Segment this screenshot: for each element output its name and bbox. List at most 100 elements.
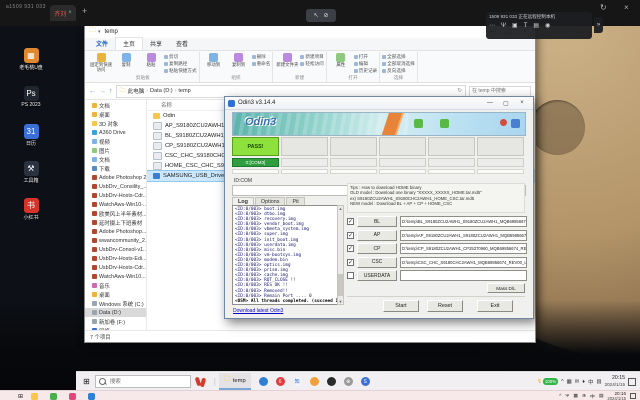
- sidebar-item-文档[interactable]: 文档: [85, 155, 146, 164]
- text-icon[interactable]: T: [524, 23, 528, 30]
- host-restore-icon[interactable]: ↻: [600, 3, 607, 12]
- download-latest-link[interactable]: Download latest Odin3: [233, 308, 283, 314]
- cp-file-field[interactable]: D:\temp\CP_S9180ZCU2AWH1_CP25370960_MQB6…: [400, 243, 527, 254]
- sidebar-item-UsbDrv_Consility_...[interactable]: UsbDrv_Consility_...: [85, 182, 146, 191]
- sidebar-item-Windows 系统 (C:)[interactable]: Windows 系统 (C:): [85, 299, 146, 308]
- odin-titlebar[interactable]: Odin3 v3.14.4 — ▢ ×: [225, 97, 533, 110]
- taskbar-app-edge-browser[interactable]: [88, 393, 95, 400]
- desktop-icon-app-2[interactable]: PsPS 2023: [14, 86, 48, 108]
- taskbar-app-file-explorer[interactable]: [31, 393, 38, 400]
- ribbon-button-移动到[interactable]: 移动到: [202, 52, 226, 68]
- tray-chevron-icon[interactable]: ^: [559, 394, 561, 399]
- breadcrumb-segment[interactable]: 此电脑: [128, 87, 145, 95]
- ribbon-item-反向选择[interactable]: 反向选择: [382, 68, 415, 74]
- taskbar-app-app-red[interactable]: 6: [276, 377, 285, 386]
- forward-button[interactable]: →: [99, 88, 106, 95]
- quick-access-toolbar[interactable]: ▾: [98, 29, 101, 35]
- sidebar-item-文档[interactable]: 文档: [85, 101, 146, 110]
- folder-icon[interactable]: ▤: [533, 23, 539, 30]
- taskbar-app-edge-browser[interactable]: [259, 377, 268, 386]
- ime-indicator[interactable]: 中: [588, 378, 593, 386]
- remote-control-battery-indicator[interactable]: ↯ 100%: [537, 378, 558, 385]
- ribbon-button-属性[interactable]: 属性: [329, 52, 353, 68]
- ribbon-item-全部选择[interactable]: 全部选择: [382, 54, 415, 60]
- new-tab-button[interactable]: +: [82, 7, 87, 16]
- desktop-icon-app-5[interactable]: 书小红书: [14, 198, 48, 221]
- bl-file-field[interactable]: D:\temp\BL_S9180ZCU2AWH1_S9180ZCU2AWH1_M…: [400, 216, 527, 227]
- sidebar-item-UsbDrv-Hosts-Cdr...[interactable]: UsbDrv-Hosts-Cdr...: [85, 191, 146, 200]
- sidebar-item-A360 Drive[interactable]: A360 Drive: [85, 128, 146, 137]
- tray-network-icon[interactable]: ♦: [582, 379, 585, 385]
- desktop-icon-app-4[interactable]: ⚒工具箱: [14, 161, 48, 184]
- tray-mail-icon[interactable]: ✉: [575, 379, 580, 385]
- taskbar-explorer-temp-button[interactable]: 🗀 temp: [219, 373, 251, 390]
- sidebar-item-WatchAws-Win10...[interactable]: WatchAws-Win10...: [85, 272, 146, 281]
- tray-network-icon[interactable]: ⊕: [582, 394, 586, 399]
- ime-indicator[interactable]: 中: [590, 393, 595, 400]
- back-button[interactable]: ←: [89, 88, 96, 95]
- ribbon-item-剪切[interactable]: 剪切: [164, 54, 197, 60]
- breadcrumb-segment[interactable]: temp: [178, 88, 190, 94]
- sidebar-item-新加卷 (F:)[interactable]: 新加卷 (F:): [85, 317, 146, 326]
- mass-dl-button[interactable]: Mass D/L: [487, 283, 525, 293]
- start-button-host[interactable]: ⊞: [18, 393, 23, 400]
- ap-button[interactable]: AP: [357, 230, 397, 241]
- sidebar-item-UsbDrv-Hosts-Edi...[interactable]: UsbDrv-Hosts-Edi...: [85, 254, 146, 263]
- ribbon-tab-查看[interactable]: 查看: [169, 38, 195, 50]
- monitor-icon[interactable]: ▣: [512, 23, 518, 30]
- browser-tab[interactable]: 齐刘 ×: [50, 5, 76, 21]
- checkbox-USERDATA[interactable]: [347, 272, 354, 279]
- ribbon-item-重命名[interactable]: 重命名: [252, 61, 271, 67]
- refresh-icon[interactable]: ↻: [457, 88, 462, 94]
- sidebar-item-Adobe Photoshop...[interactable]: Adobe Photoshop...: [85, 227, 146, 236]
- sidebar-item-Adobe Photoshop 2...[interactable]: Adobe Photoshop 2...: [85, 173, 146, 182]
- sidebar-item-欧美风上半年素材...[interactable]: 欧美风上半年素材...: [85, 209, 146, 218]
- ribbon-button-复制[interactable]: 复制: [114, 52, 138, 68]
- sidebar-item-视频[interactable]: 视频: [85, 137, 146, 146]
- ribbon-tab-共享[interactable]: 共享: [143, 38, 169, 50]
- taskbar-app-app-dark[interactable]: [327, 377, 336, 386]
- ribbon-button-复制到[interactable]: 复制到: [227, 52, 251, 68]
- cp-button[interactable]: CP: [357, 243, 397, 254]
- record-icon[interactable]: ◉: [545, 23, 550, 30]
- ribbon-item-轻松访问[interactable]: 轻松访问: [300, 61, 323, 67]
- sidebar-item-3D 对象[interactable]: 3D 对象: [85, 119, 146, 128]
- taskbar-app-app-gray[interactable]: ⊗: [344, 377, 353, 386]
- ribbon-item-删除[interactable]: 删除: [252, 54, 271, 60]
- log-scrollbar[interactable]: ▲▼: [337, 205, 344, 305]
- sidebar-item-下载[interactable]: 下载: [85, 164, 146, 173]
- quick-action-pill[interactable]: ↖ ⊘: [306, 9, 336, 22]
- checkbox-CP[interactable]: ✓: [347, 245, 354, 252]
- ribbon-item-编辑[interactable]: 编辑: [354, 61, 377, 67]
- taskbar-app-app-zhihu[interactable]: 知: [293, 377, 302, 386]
- ribbon-button-粘贴[interactable]: 粘贴: [139, 52, 163, 68]
- sidebar-item-桌面[interactable]: 桌面: [85, 290, 146, 299]
- tray-mic-icon[interactable]: Ψ: [565, 394, 569, 399]
- search-input[interactable]: [469, 86, 531, 97]
- breadcrumb-segment[interactable]: Data (D:): [150, 88, 173, 94]
- checkbox-AP[interactable]: ✓: [347, 232, 354, 239]
- sidebar-item-音乐[interactable]: 音乐: [85, 281, 146, 290]
- ribbon-tab-主页[interactable]: 主页: [115, 37, 143, 50]
- widgets-weather-icon[interactable]: [194, 376, 208, 388]
- ribbon-item-新建项目[interactable]: 新建项目: [300, 54, 323, 60]
- desktop-icon-app-3[interactable]: 31日历: [14, 124, 48, 147]
- taskbar-search-input[interactable]: [108, 378, 182, 386]
- chat-icon[interactable]: ⋯: [489, 23, 495, 30]
- ribbon-button-固定到快速访问[interactable]: 固定到快速访问: [89, 52, 113, 73]
- odin-close-button[interactable]: ×: [514, 100, 530, 106]
- host-clock[interactable]: 20:16 2024/1/15: [607, 391, 626, 400]
- ribbon-item-全部取消选择[interactable]: 全部取消选择: [382, 61, 415, 67]
- bl-button[interactable]: BL: [357, 216, 397, 227]
- sidebar-item-UsbDrv-Hosts-Cdr...[interactable]: UsbDrv-Hosts-Cdr...: [85, 263, 146, 272]
- sidebar-item-桌面[interactable]: 桌面: [85, 110, 146, 119]
- csc-button[interactable]: CSC: [357, 257, 397, 268]
- taskbar-app-app-orange[interactable]: [310, 377, 319, 386]
- ribbon-item-粘贴快捷方式[interactable]: 粘贴快捷方式: [164, 68, 197, 74]
- odin-minimize-button[interactable]: —: [482, 100, 498, 106]
- start-button-remote[interactable]: ⊞: [83, 377, 90, 386]
- taskbar-app-app-blue[interactable]: S: [361, 377, 370, 386]
- ap-file-field[interactable]: D:\temp\AP_S9180ZCU2AWH1_S9180ZCU2AWH1_M…: [400, 230, 527, 241]
- tray-grid-icon[interactable]: ▦: [567, 379, 572, 385]
- odin-maximize-button[interactable]: ▢: [498, 100, 514, 107]
